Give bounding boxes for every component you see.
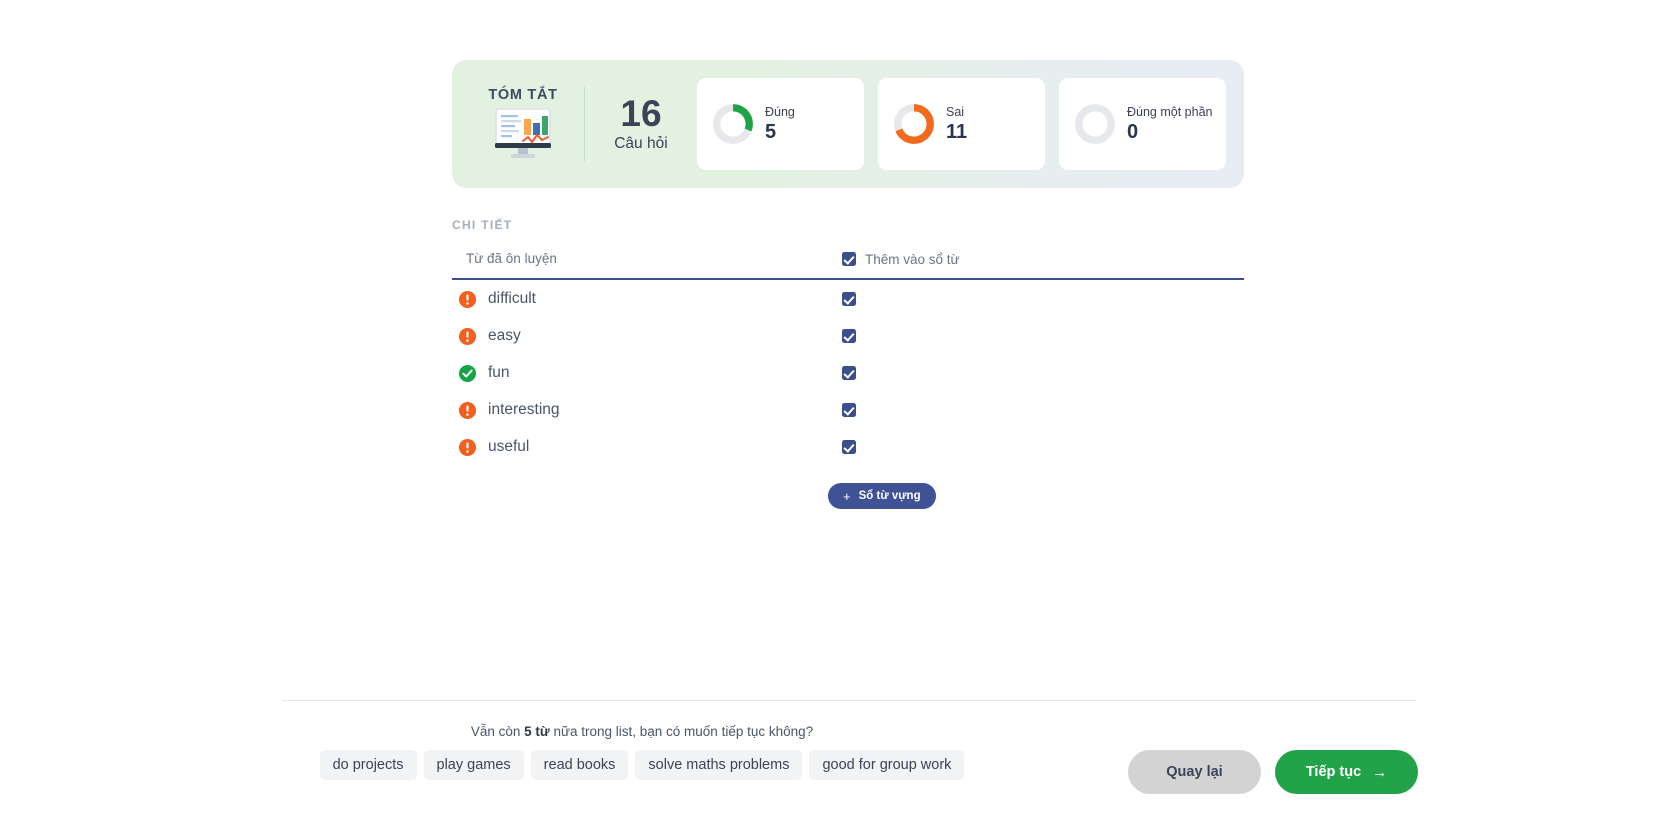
footer-prompt-count: 5 từ [524, 724, 550, 739]
summary-panel: TÓM TẮT 16 Câu hỏi Đúng 5 Sai 11 Đúng mộ… [452, 60, 1244, 188]
word-chip[interactable]: play games [423, 750, 524, 780]
detail-section-heading: CHI TIẾT [452, 218, 513, 232]
stat-card-correct: Đúng 5 [697, 78, 864, 170]
select-all-checkbox[interactable] [842, 252, 856, 266]
table-row: difficult [452, 281, 1244, 317]
vocabulary-notebook-button[interactable]: + Sổ từ vựng [828, 483, 936, 509]
table-row: interesting [452, 392, 1244, 428]
word-chip[interactable]: read books [530, 750, 629, 780]
row-word-cell: fun [452, 364, 842, 383]
question-total: 16 Câu hỏi [601, 92, 681, 154]
stat-cards: Đúng 5 Sai 11 Đúng một phần 0 [697, 78, 1226, 170]
row-add-cell[interactable] [842, 403, 1142, 417]
column-header-add-label: Thêm vào sổ từ [865, 251, 960, 267]
column-header-word-label: Từ đã ôn luyện [466, 251, 557, 266]
row-add-cell[interactable] [842, 329, 1142, 343]
error-exclamation-icon [458, 401, 477, 419]
stat-label-wrong: Sai [946, 104, 965, 119]
donut-partial-icon [1075, 104, 1115, 144]
question-total-value: 16 [620, 92, 662, 134]
continue-button-label: Tiếp tục [1305, 764, 1362, 780]
table-row: easy [452, 318, 1244, 354]
stat-card-partial: Đúng một phần 0 [1059, 78, 1226, 170]
row-word-cell: useful [452, 438, 842, 457]
row-word-cell: interesting [452, 401, 842, 420]
row-checkbox[interactable] [842, 292, 856, 306]
plus-icon: + [843, 488, 851, 504]
row-word-label: useful [488, 438, 530, 455]
row-word-label: interesting [488, 401, 560, 418]
word-chip[interactable]: good for group work [809, 750, 965, 780]
stat-card-wrong: Sai 11 [878, 78, 1045, 170]
monitor-chart-icon [495, 108, 552, 158]
row-checkbox[interactable] [842, 403, 856, 417]
stat-label-partial: Đúng một phần [1127, 104, 1213, 119]
vocabulary-notebook-label: Sổ từ vựng [858, 490, 921, 502]
summary-title: TÓM TẮT [488, 87, 558, 103]
table-row: useful [452, 429, 1244, 465]
word-chip[interactable]: do projects [319, 750, 417, 780]
continue-button[interactable]: Tiếp tục → [1275, 750, 1418, 794]
remaining-word-chips: do projects play games read books solve … [282, 750, 1002, 780]
footer-prompt-suffix: nữa trong list, bạn có muốn tiếp tục khô… [549, 724, 814, 739]
success-check-icon [458, 364, 477, 382]
error-exclamation-icon [458, 327, 477, 345]
error-exclamation-icon [458, 290, 477, 308]
summary-brand: TÓM TẮT [476, 87, 570, 161]
row-add-cell[interactable] [842, 440, 1142, 454]
back-button[interactable]: Quay lại [1128, 750, 1261, 794]
row-word-label: difficult [488, 290, 536, 307]
column-header-add[interactable]: Thêm vào sổ từ [842, 252, 1142, 267]
row-checkbox[interactable] [842, 440, 856, 454]
table-row: fun [452, 355, 1244, 391]
row-word-label: fun [488, 364, 510, 381]
question-total-label: Câu hỏi [614, 135, 668, 153]
row-add-cell[interactable] [842, 292, 1142, 306]
column-header-word: Từ đã ôn luyện [452, 250, 842, 268]
summary-divider [584, 87, 585, 161]
row-checkbox[interactable] [842, 366, 856, 380]
row-checkbox[interactable] [842, 329, 856, 343]
word-chip[interactable]: solve maths problems [635, 750, 803, 780]
row-add-cell[interactable] [842, 366, 1142, 380]
donut-correct-icon [713, 104, 753, 144]
row-word-label: easy [488, 327, 521, 344]
row-word-cell: difficult [452, 290, 842, 309]
stat-value-correct: 5 [765, 120, 777, 143]
stat-value-partial: 0 [1127, 120, 1139, 143]
stat-label-correct: Đúng [765, 104, 795, 119]
footer-prompt-prefix: Vẫn còn [470, 724, 525, 739]
donut-wrong-icon [894, 104, 934, 144]
table-header-row: Từ đã ôn luyện Thêm vào sổ từ [452, 246, 1244, 280]
arrow-right-icon: → [1372, 763, 1388, 781]
row-word-cell: easy [452, 327, 842, 346]
footer-prompt: Vẫn còn 5 từ nữa trong list, bạn có muốn… [282, 724, 1002, 739]
detail-table: Từ đã ôn luyện Thêm vào sổ từ difficult [452, 246, 1244, 465]
error-exclamation-icon [458, 438, 477, 456]
stat-value-wrong: 11 [946, 120, 968, 143]
footer-divider [282, 700, 1417, 701]
footer-actions: Quay lại Tiếp tục → [1128, 750, 1418, 794]
